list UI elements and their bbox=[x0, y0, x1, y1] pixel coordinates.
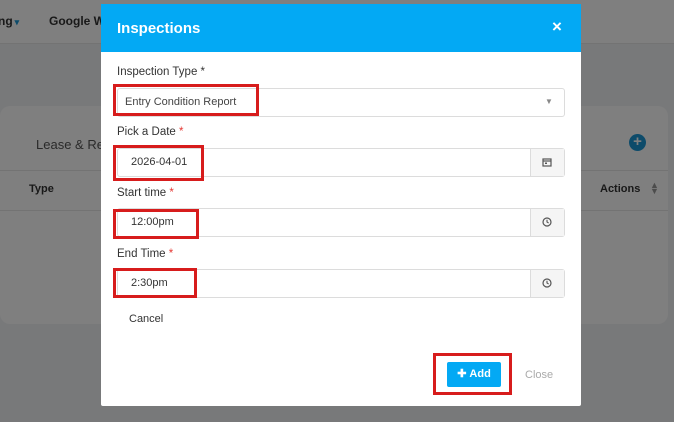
start-time-picker-button[interactable] bbox=[530, 209, 564, 236]
date-label-text: Pick a Date bbox=[117, 126, 176, 138]
inspections-modal: Inspections × Inspection Type * Entry Co… bbox=[101, 4, 581, 406]
date-picker-button[interactable] bbox=[530, 149, 564, 176]
caret-down-icon: ▼ bbox=[545, 97, 553, 106]
highlight-start-time bbox=[113, 209, 199, 239]
start-time-label-text: Start time bbox=[117, 187, 167, 199]
end-time-label-text: End Time bbox=[117, 248, 166, 260]
calendar-icon bbox=[542, 158, 552, 167]
required-mark: * bbox=[168, 248, 174, 260]
highlight-add-button bbox=[433, 353, 512, 395]
end-time-label: End Time * bbox=[117, 248, 173, 260]
clock-icon bbox=[542, 278, 552, 288]
required-mark: * bbox=[179, 126, 184, 138]
required-mark: * bbox=[169, 187, 174, 199]
date-label: Pick a Date * bbox=[117, 126, 184, 138]
close-icon[interactable]: × bbox=[552, 17, 562, 37]
inspection-type-label: Inspection Type * bbox=[117, 66, 206, 78]
highlight-end-time bbox=[113, 268, 197, 298]
cancel-link[interactable]: Cancel bbox=[129, 313, 163, 325]
end-time-picker-button[interactable] bbox=[530, 270, 564, 297]
modal-title: Inspections bbox=[117, 20, 201, 37]
clock-icon bbox=[542, 217, 552, 227]
modal-header: Inspections × bbox=[101, 4, 581, 52]
close-button[interactable]: Close bbox=[525, 369, 553, 381]
highlight-date bbox=[113, 145, 204, 181]
start-time-label: Start time * bbox=[117, 187, 174, 199]
highlight-inspection-type bbox=[113, 84, 259, 116]
